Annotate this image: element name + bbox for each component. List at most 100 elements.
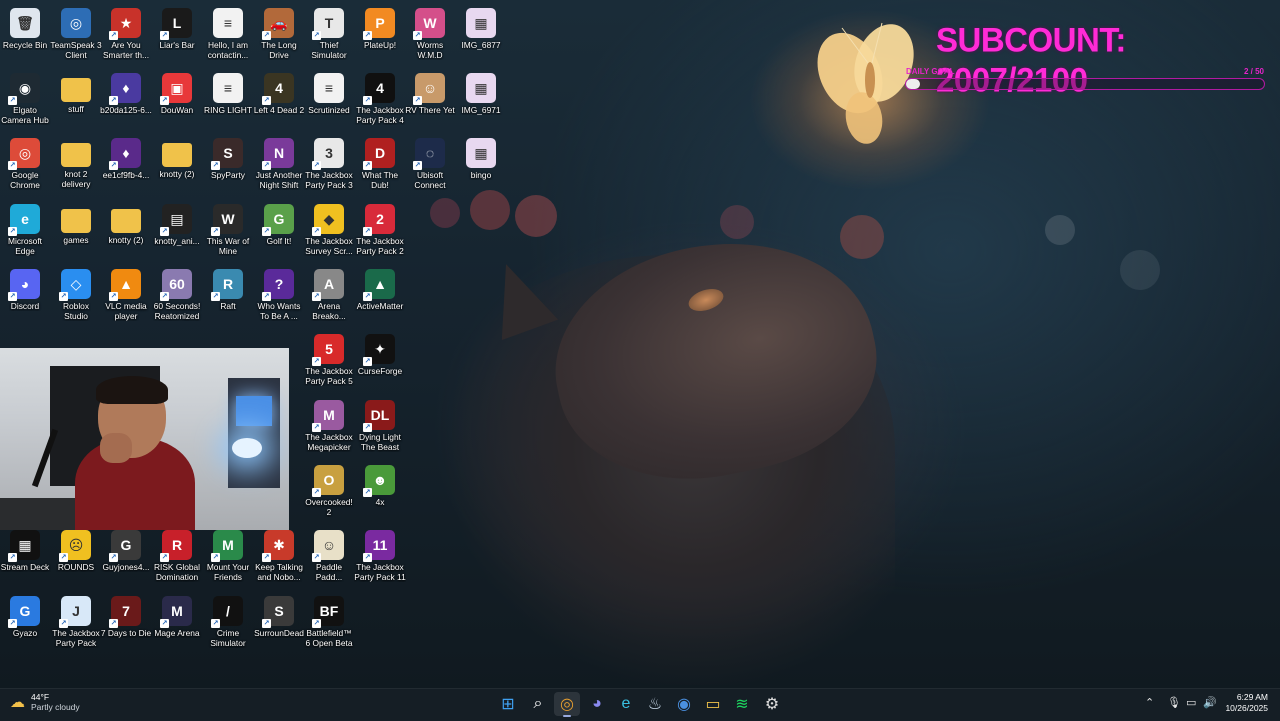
desktop-icon-label: The Jackbox Party Pack 5 — [305, 366, 353, 386]
desktop-icon-thief-simulator[interactable]: T ↗ Thief Simulator — [304, 4, 354, 66]
desktop-icon-risk-global-domination[interactable]: R ↗ RISK Global Domination — [152, 526, 202, 588]
desktop-icon-knotty-2[interactable]: knotty (2) — [101, 200, 151, 262]
system-clock[interactable]: 6:29 AM 10/26/2025 — [1225, 692, 1268, 714]
desktop-icon-the-jackbox-survey-scr[interactable]: ◆ ↗ The Jackbox Survey Scr... — [304, 200, 354, 262]
desktop-icon-are-you-smarter-th[interactable]: ★ ↗ Are You Smarter th... — [101, 4, 151, 66]
desktop-icon-golf-it[interactable]: G ↗ Golf It! — [254, 200, 304, 262]
search-icon[interactable]: ⌕ — [525, 692, 551, 716]
desktop-icon-surroundead[interactable]: S ↗ SurrounDead — [254, 592, 304, 654]
desktop-icon-douwan[interactable]: ▣ ↗ DouWan — [152, 69, 202, 131]
show-hidden-icons-chevron-icon[interactable]: ⌃ — [1145, 696, 1154, 709]
desktop-icon-discord[interactable]: ◕ ↗ Discord — [0, 265, 50, 327]
shortcut-arrow-icon: ↗ — [312, 227, 321, 236]
desktop-icon-this-war-of-mine[interactable]: W ↗ This War of Mine — [203, 200, 253, 262]
chrome-icon-glyph: ◎ — [560, 696, 574, 713]
desktop-icon-ee1cf9fb-4[interactable]: ♦ ↗ ee1cf9fb-4... — [101, 134, 151, 196]
desktop-icon-what-the-dub[interactable]: D ↗ What The Dub! — [355, 134, 405, 196]
start-button[interactable]: ⊞ — [495, 692, 521, 716]
jackbox-icon: 4 ↗ — [363, 73, 395, 105]
shortcut-arrow-icon: ↗ — [413, 96, 422, 105]
shortcut-arrow-icon: ↗ — [160, 553, 169, 562]
desktop-icon-crime-simulator[interactable]: / ↗ Crime Simulator — [203, 592, 253, 654]
steam-icon[interactable]: ♨ — [642, 692, 668, 716]
desktop-icon-who-wants-to-be-a[interactable]: ? ↗ Who Wants To Be A ... — [254, 265, 304, 327]
desktop-icon-knot-2-delivery[interactable]: knot 2 delivery — [51, 134, 101, 196]
settings-app-icon[interactable]: ⚙ — [759, 692, 785, 716]
desktop-icon-arena-breako[interactable]: A ↗ Arena Breako... — [304, 265, 354, 327]
desktop-icon-7-days-to-die[interactable]: 7 ↗ 7 Days to Die — [101, 592, 151, 654]
desktop-icon-knotty-ani[interactable]: ▤ ↗ knotty_ani... — [152, 200, 202, 262]
desktop-icon-plateup[interactable]: P ↗ PlateUp! — [355, 4, 405, 66]
spotify-icon[interactable]: ≋ — [729, 692, 755, 716]
microphone-icon[interactable]: 🎙 — [1167, 696, 1181, 709]
desktop-icon-img-6877[interactable]: ▦ IMG_6877 — [456, 4, 506, 66]
weather-icon: ☁ — [10, 694, 25, 711]
edge-icon[interactable]: e — [613, 692, 639, 716]
network-icon[interactable]: ▭ — [1186, 696, 1196, 709]
desktop-icon-roblox-studio[interactable]: ◇ ↗ Roblox Studio — [51, 265, 101, 327]
desktop-icon-battlefield-6-open-beta[interactable]: BF ↗ Battlefield™ 6 Open Beta — [304, 592, 354, 654]
desktop-icon-ubisoft-connect[interactable]: ◌ ↗ Ubisoft Connect — [405, 134, 455, 196]
desktop-icon-label: Worms W.M.D — [416, 40, 444, 60]
roblox-icon: ◇ ↗ — [59, 269, 91, 301]
desktop-icon-recycle-bin[interactable]: 🗑 Recycle Bin — [0, 4, 50, 66]
desktop-icon-the-jackbox-party-pack-11[interactable]: 11 ↗ The Jackbox Party Pack 11 — [354, 526, 406, 588]
shortcut-arrow-icon: ↗ — [8, 161, 17, 170]
desktop-icon-spyparty[interactable]: S ↗ SpyParty — [203, 134, 253, 196]
desktop-icon-mage-arena[interactable]: M ↗ Mage Arena — [152, 592, 202, 654]
shortcut-arrow-icon: ↗ — [312, 292, 321, 301]
desktop-icon-google-chrome[interactable]: ◎ ↗ Google Chrome — [0, 134, 50, 196]
volume-icon[interactable]: 🔊 — [1203, 696, 1217, 709]
desktop-icon-ring-light[interactable]: ≡ RING LIGHT — [203, 69, 253, 131]
desktop-icon-mount-your-friends[interactable]: M ↗ Mount Your Friends — [203, 526, 253, 588]
desktop-icon-guyjones4[interactable]: G ↗ Guyjones4... — [101, 526, 151, 588]
desktop-icon-gyazo[interactable]: G ↗ Gyazo — [0, 592, 50, 654]
desktop-icon-teamspeak-3-client[interactable]: ◎ TeamSpeak 3 Client — [50, 4, 102, 66]
desktop-icon-paddle-padd[interactable]: ☺ ↗ Paddle Padd... — [304, 526, 354, 588]
desktop-icon-the-jackbox-party-pack[interactable]: J ↗ The Jackbox Party Pack — [51, 592, 101, 654]
desktop-icon-the-jackbox-party-pack-4[interactable]: 4 ↗ The Jackbox Party Pack 4 — [355, 69, 405, 131]
desktop-icon-raft[interactable]: R ↗ Raft — [203, 265, 253, 327]
desktop-icon-img-6971[interactable]: ▦ IMG_6971 — [456, 69, 506, 131]
desktop-icon-b20da125-6[interactable]: ♦ ↗ b20da125-6... — [100, 69, 152, 131]
desktop-icon-hello-i-am-contactin[interactable]: ≡ Hello, I am contactin... — [203, 4, 253, 66]
desktop-icon-the-jackbox-party-pack-3[interactable]: 3 ↗ The Jackbox Party Pack 3 — [304, 134, 354, 196]
desktop-icon-rv-there-yet[interactable]: ☺ ↗ RV There Yet — [405, 69, 455, 131]
desktop-icon-stuff[interactable]: stuff — [51, 69, 101, 131]
desktop-icon-elgato-camera-hub[interactable]: ◉ ↗ Elgato Camera Hub — [0, 69, 50, 131]
desktop-icon-games[interactable]: games — [51, 200, 101, 262]
desktop-icon-keep-talking-and-nobo[interactable]: ✱ ↗ Keep Talking and Nobo... — [254, 526, 304, 588]
desktop-icon-liar-s-bar[interactable]: L ↗ Liar's Bar — [152, 4, 202, 66]
desktop-icon-scrutinized[interactable]: ≡ Scrutinized — [304, 69, 354, 131]
discord-icon[interactable]: ◕ — [584, 692, 610, 716]
desktop-icon-60-seconds-reatomized[interactable]: 60 ↗ 60 Seconds! Reatomized — [152, 265, 202, 327]
desktop-icon-the-jackbox-party-pack-2[interactable]: 2 ↗ The Jackbox Party Pack 2 — [355, 200, 405, 262]
desktop-icon-rounds[interactable]: ☹ ↗ ROUNDS — [51, 526, 101, 588]
desktop-icon-left-4-dead-2[interactable]: 4 ↗ Left 4 Dead 2 — [254, 69, 304, 131]
file-explorer-icon[interactable]: ▭ — [700, 692, 726, 716]
desktop-icon-the-jackbox-party-pack-5[interactable]: 5 ↗ The Jackbox Party Pack 5 — [304, 330, 354, 392]
desktop-icon-label: PlateUp! — [363, 40, 397, 50]
desktop-icon-the-long-drive[interactable]: 🚗 ↗ The Long Drive — [254, 4, 304, 66]
desktop-icon-bingo[interactable]: ▦ bingo — [456, 134, 506, 196]
arena-icon: A ↗ — [312, 269, 344, 301]
desktop-icon-just-another-night-shift[interactable]: N ↗ Just Another Night Shift — [254, 134, 304, 196]
blue-app-icon[interactable]: ◉ — [671, 692, 697, 716]
bokeh-light — [515, 195, 557, 237]
desktop-icon-knotty-2[interactable]: knotty (2) — [152, 134, 202, 196]
desktop-icon-dying-light-the-beast[interactable]: DL ↗ Dying Light The Beast — [355, 396, 405, 458]
desktop-icon-overcooked-2[interactable]: O ↗ Overcooked! 2 — [304, 461, 354, 523]
desktop-icon-4x[interactable]: ☻ ↗ 4x — [355, 461, 405, 523]
webcam-light — [232, 438, 262, 458]
desktop-icon-the-jackbox-megapicker[interactable]: M ↗ The Jackbox Megapicker — [304, 396, 354, 458]
shortcut-arrow-icon: ↗ — [8, 292, 17, 301]
desktop-icon-vlc-media-player[interactable]: ▲ ↗ VLC media player — [101, 265, 151, 327]
desktop-icon-microsoft-edge[interactable]: e ↗ Microsoft Edge — [0, 200, 50, 262]
desktop-icon-activematter[interactable]: ▲ ↗ ActiveMatter — [355, 265, 405, 327]
desktop-icon-worms-w-m-d[interactable]: W ↗ Worms W.M.D — [405, 4, 455, 66]
desktop-icon-label: ee1cf9fb-4... — [102, 170, 150, 180]
chrome-icon[interactable]: ◎ — [554, 692, 580, 717]
desktop-icon-curseforge[interactable]: ✦ ↗ CurseForge — [355, 330, 405, 392]
desktop-icon-stream-deck[interactable]: ▦ ↗ Stream Deck — [0, 526, 50, 588]
weather-widget[interactable]: ☁ 44°F Partly cloudy — [10, 692, 80, 712]
